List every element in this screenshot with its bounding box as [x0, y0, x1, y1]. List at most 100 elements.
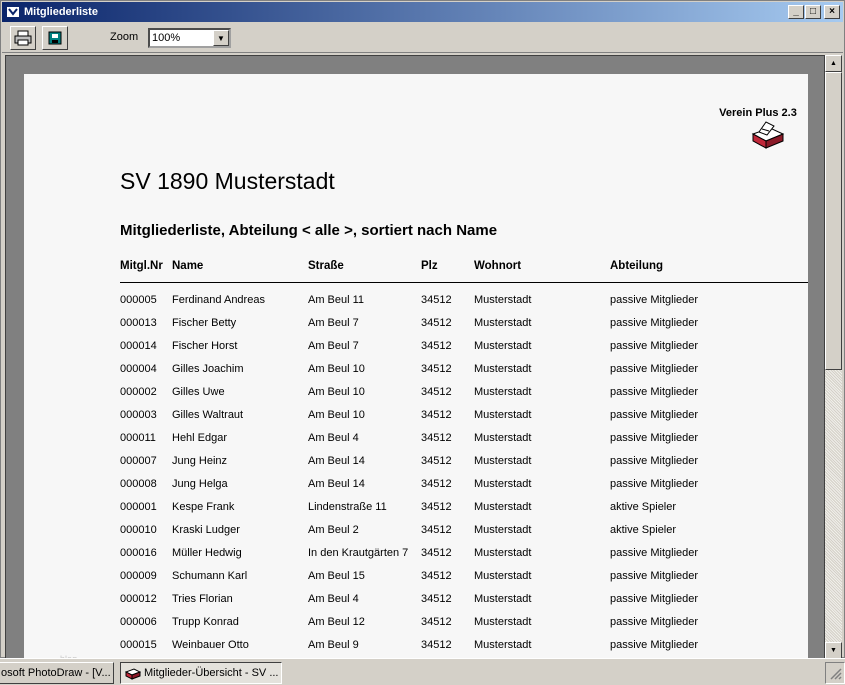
cell-street: Am Beul 2: [308, 524, 359, 536]
taskbar: osoft PhotoDraw - [V... Mitglieder-Übers…: [0, 658, 845, 685]
cell-name: Kraski Ludger: [172, 524, 240, 536]
cell-street: Am Beul 10: [308, 409, 365, 421]
cell-name: Hehl Edgar: [172, 432, 228, 444]
zoom-label: Zoom: [110, 31, 139, 43]
scroll-up-button[interactable]: ▲: [825, 55, 842, 72]
scroll-down-button[interactable]: ▼: [825, 642, 842, 659]
taskbar-item-photodraw[interactable]: osoft PhotoDraw - [V...: [0, 662, 114, 684]
cell-member-nr: 000001: [120, 501, 157, 513]
cell-department: passive Mitglieder: [610, 409, 699, 421]
cell-street: Lindenstraße 11: [308, 501, 387, 513]
cell-member-nr: 000003: [120, 409, 157, 421]
table-row: 000009 Schumann Karl Am Beul 15 34512 Muster…: [120, 570, 808, 593]
table-row: 000006 Trupp Konrad Am Beul 12 34512 Musters…: [120, 616, 808, 639]
window-title: Mitgliederliste: [24, 6, 98, 18]
cell-city: Musterstadt: [474, 639, 532, 651]
cell-member-nr: 000016: [120, 547, 157, 559]
cell-department: passive Mitglieder: [610, 455, 699, 467]
cell-department: passive Mitglieder: [610, 340, 699, 352]
tray-area[interactable]: [825, 662, 845, 684]
report-subtitle: Mitgliederliste, Abteilung < alle >, sor…: [120, 222, 498, 239]
cell-member-nr: 000002: [120, 386, 157, 398]
cell-city: Musterstadt: [474, 455, 532, 467]
cell-member-nr: 000005: [120, 294, 157, 306]
report-viewport[interactable]: Verein Plus 2.3 SV 1890 Musterstadt Mitg…: [5, 55, 825, 659]
taskbar-item-label: osoft PhotoDraw - [V...: [1, 667, 111, 679]
cell-street: Am Beul 11: [308, 294, 365, 306]
print-button[interactable]: [10, 26, 36, 50]
cell-department: passive Mitglieder: [610, 639, 699, 651]
table-row: 000014 Fischer Horst Am Beul 7 34512 Musters…: [120, 340, 808, 363]
toolbar: Zoom 100% ▼: [2, 23, 843, 53]
cell-plz: 34512: [421, 432, 452, 444]
scroll-thumb[interactable]: [825, 72, 842, 370]
cell-street: In den Krautgärten 7: [308, 547, 409, 559]
cell-city: Musterstadt: [474, 409, 532, 421]
cell-city: Musterstadt: [474, 501, 532, 513]
vertical-scrollbar[interactable]: ▲ ▼: [825, 55, 842, 659]
cell-member-nr: 000006: [120, 616, 157, 628]
cell-plz: 34512: [421, 294, 452, 306]
cell-street: Am Beul 10: [308, 363, 365, 375]
cell-name: Weinbauer Otto: [172, 639, 249, 651]
cell-name: Fischer Betty: [172, 317, 237, 329]
cell-department: passive Mitglieder: [610, 478, 699, 490]
cell-name: Müller Hedwig: [172, 547, 242, 559]
close-button[interactable]: ×: [824, 5, 840, 19]
cell-city: Musterstadt: [474, 478, 532, 490]
cell-street: Am Beul 14: [308, 478, 365, 490]
cell-street: Am Beul 7: [308, 340, 359, 352]
table-row: 000004 Gilles Joachim Am Beul 10 34512 Muste…: [120, 363, 808, 386]
cell-member-nr: 000014: [120, 340, 157, 352]
title-bar[interactable]: Mitgliederliste _ □ ×: [2, 2, 843, 22]
table-row: 000012 Tries Florian Am Beul 4 34512 Musters…: [120, 593, 808, 616]
table-row: 000010 Kraski Ludger Am Beul 2 34512 Musters…: [120, 524, 808, 547]
cell-department: passive Mitglieder: [610, 294, 699, 306]
col-header-name: Name: [172, 260, 204, 272]
cell-plz: 34512: [421, 593, 452, 605]
export-button[interactable]: [42, 26, 68, 50]
cell-plz: 34512: [421, 478, 452, 490]
cell-street: Am Beul 12: [308, 616, 365, 628]
cell-city: Musterstadt: [474, 593, 532, 605]
club-name: SV 1890 Musterstadt: [120, 168, 335, 194]
cell-street: Am Beul 15: [308, 570, 365, 582]
taskbar-item-report[interactable]: Mitglieder-Übersicht - SV ...: [120, 662, 282, 684]
cell-plz: 34512: [421, 639, 452, 651]
cell-name: Fischer Horst: [172, 340, 238, 352]
zoom-value: 100%: [152, 32, 181, 44]
app-icon: [6, 5, 20, 19]
cell-plz: 34512: [421, 616, 452, 628]
maximize-button[interactable]: □: [805, 5, 821, 19]
cell-city: Musterstadt: [474, 432, 532, 444]
cell-city: Musterstadt: [474, 570, 532, 582]
cell-city: Musterstadt: [474, 294, 532, 306]
cell-city: Musterstadt: [474, 317, 532, 329]
minimize-button[interactable]: _: [788, 5, 804, 19]
taskbar-item-label: Mitglieder-Übersicht - SV ...: [144, 667, 279, 679]
cell-plz: 34512: [421, 363, 452, 375]
cell-member-nr: 000009: [120, 570, 157, 582]
table-row: 000011 Hehl Edgar Am Beul 4 34512 Musterstad…: [120, 432, 808, 455]
cell-member-nr: 000013: [120, 317, 157, 329]
cell-name: Jung Heinz: [172, 455, 228, 467]
cell-name: Jung Helga: [172, 478, 228, 490]
cell-department: aktive Spieler: [610, 524, 677, 536]
cell-name: Gilles Joachim: [172, 363, 244, 375]
cell-department: passive Mitglieder: [610, 547, 699, 559]
resize-grip-icon: [830, 668, 842, 680]
cell-street: Am Beul 7: [308, 317, 359, 329]
cell-plz: 34512: [421, 386, 452, 398]
chevron-down-icon[interactable]: ▼: [213, 30, 229, 46]
cell-street: Am Beul 14: [308, 455, 365, 467]
card-box-logo-icon: [750, 120, 786, 153]
cell-plz: 34512: [421, 409, 452, 421]
cell-plz: 34512: [421, 570, 452, 582]
cell-department: passive Mitglieder: [610, 616, 699, 628]
cell-department: passive Mitglieder: [610, 317, 699, 329]
cell-plz: 34512: [421, 524, 452, 536]
cell-city: Musterstadt: [474, 547, 532, 559]
cell-name: Gilles Uwe: [172, 386, 225, 398]
col-header-nr: Mitgl.Nr: [120, 260, 163, 272]
zoom-dropdown[interactable]: 100% ▼: [148, 28, 231, 48]
